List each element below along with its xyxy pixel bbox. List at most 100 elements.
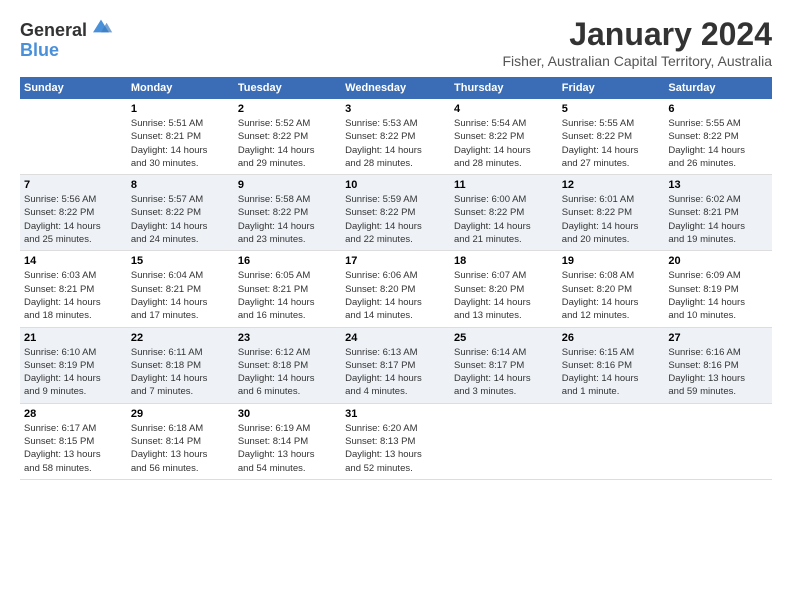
location-title: Fisher, Australian Capital Territory, Au… [503,53,773,69]
day-number: 6 [668,103,768,115]
list-item: 28Sunrise: 6:17 AMSunset: 8:15 PMDayligh… [20,403,127,479]
day-number: 10 [345,179,446,191]
day-info: Sunrise: 5:53 AMSunset: 8:22 PMDaylight:… [345,117,446,170]
day-info: Sunrise: 6:12 AMSunset: 8:18 PMDaylight:… [238,346,337,399]
day-number: 2 [238,103,337,115]
day-number: 18 [454,255,554,267]
day-number: 8 [131,179,230,191]
col-friday: Friday [558,77,665,99]
logo-icon [89,16,113,36]
col-tuesday: Tuesday [234,77,341,99]
day-number: 11 [454,179,554,191]
day-number: 17 [345,255,446,267]
day-info: Sunrise: 6:06 AMSunset: 8:20 PMDaylight:… [345,269,446,322]
list-item: 19Sunrise: 6:08 AMSunset: 8:20 PMDayligh… [558,251,665,327]
list-item: 13Sunrise: 6:02 AMSunset: 8:21 PMDayligh… [664,175,772,251]
day-number: 28 [24,408,123,420]
table-row: 28Sunrise: 6:17 AMSunset: 8:15 PMDayligh… [20,403,772,479]
list-item: 2 Sunrise: 5:52 AMSunset: 8:22 PMDaylight… [234,99,341,175]
list-item: 15Sunrise: 6:04 AMSunset: 8:21 PMDayligh… [127,251,234,327]
day-number: 5 [562,103,661,115]
day-info: Sunrise: 6:02 AMSunset: 8:21 PMDaylight:… [668,193,768,246]
table-row: 7Sunrise: 5:56 AMSunset: 8:22 PMDaylight… [20,175,772,251]
header-row: Sunday Monday Tuesday Wednesday Thursday… [20,77,772,99]
col-thursday: Thursday [450,77,558,99]
list-item: 26 Sunrise: 6:15 AMSunset: 8:16 PMDayligh… [558,327,665,403]
col-saturday: Saturday [664,77,772,99]
day-info: Sunrise: 5:51 AMSunset: 8:21 PMDaylight:… [131,117,230,170]
list-item: 5 Sunrise: 5:55 AMSunset: 8:22 PMDaylight… [558,99,665,175]
day-number: 1 [131,103,230,115]
list-item: 11 Sunrise: 6:00 AMSunset: 8:22 PMDayligh… [450,175,558,251]
day-info: Sunrise: 6:18 AMSunset: 8:14 PMDaylight:… [131,422,230,475]
list-item: 31 Sunrise: 6:20 AMSunset: 8:13 PMDayligh… [341,403,450,479]
list-item: 18 Sunrise: 6:07 AMSunset: 8:20 PMDayligh… [450,251,558,327]
title-block: January 2024 Fisher, Australian Capital … [503,16,773,69]
day-info: Sunrise: 5:55 AMSunset: 8:22 PMDaylight:… [562,117,661,170]
day-number: 21 [24,332,123,344]
day-info: Sunrise: 6:00 AMSunset: 8:22 PMDaylight:… [454,193,554,246]
list-item: 27 Sunrise: 6:16 AMSunset: 8:16 PMDayligh… [664,327,772,403]
header: General Blue January 2024 Fisher, Austra… [20,16,772,69]
day-info: Sunrise: 6:01 AMSunset: 8:22 PMDaylight:… [562,193,661,246]
list-item: 22 Sunrise: 6:11 AMSunset: 8:18 PMDayligh… [127,327,234,403]
day-number: 29 [131,408,230,420]
day-info: Sunrise: 5:57 AMSunset: 8:22 PMDaylight:… [131,193,230,246]
day-info: Sunrise: 6:14 AMSunset: 8:17 PMDaylight:… [454,346,554,399]
day-info: Sunrise: 5:52 AMSunset: 8:22 PMDaylight:… [238,117,337,170]
day-number: 25 [454,332,554,344]
day-info: Sunrise: 6:15 AMSunset: 8:16 PMDaylight:… [562,346,661,399]
table-row: 1 Sunrise: 5:51 AMSunset: 8:21 PMDaylight… [20,99,772,175]
list-item: 21Sunrise: 6:10 AMSunset: 8:19 PMDayligh… [20,327,127,403]
day-number: 12 [562,179,661,191]
list-item: 17 Sunrise: 6:06 AMSunset: 8:20 PMDayligh… [341,251,450,327]
day-info: Sunrise: 5:54 AMSunset: 8:22 PMDaylight:… [454,117,554,170]
day-info: Sunrise: 6:05 AMSunset: 8:21 PMDaylight:… [238,269,337,322]
day-info: Sunrise: 6:03 AMSunset: 8:21 PMDaylight:… [24,269,123,322]
col-sunday: Sunday [20,77,127,99]
list-item: 20Sunrise: 6:09 AMSunset: 8:19 PMDayligh… [664,251,772,327]
day-number: 14 [24,255,123,267]
day-number: 31 [345,408,446,420]
day-number: 27 [668,332,768,344]
day-info: Sunrise: 6:11 AMSunset: 8:18 PMDaylight:… [131,346,230,399]
day-number: 7 [24,179,123,191]
day-info: Sunrise: 6:16 AMSunset: 8:16 PMDaylight:… [668,346,768,399]
logo: General Blue [20,16,113,61]
list-item: 4Sunrise: 5:54 AMSunset: 8:22 PMDaylight… [450,99,558,175]
list-item: 25 Sunrise: 6:14 AMSunset: 8:17 PMDayligh… [450,327,558,403]
day-info: Sunrise: 5:59 AMSunset: 8:22 PMDaylight:… [345,193,446,246]
day-number: 30 [238,408,337,420]
list-item [450,403,558,479]
list-item: 30Sunrise: 6:19 AMSunset: 8:14 PMDayligh… [234,403,341,479]
list-item: 1 Sunrise: 5:51 AMSunset: 8:21 PMDaylight… [127,99,234,175]
list-item [20,99,127,175]
day-number: 22 [131,332,230,344]
list-item: 16Sunrise: 6:05 AMSunset: 8:21 PMDayligh… [234,251,341,327]
list-item: 3Sunrise: 5:53 AMSunset: 8:22 PMDaylight… [341,99,450,175]
list-item: 7Sunrise: 5:56 AMSunset: 8:22 PMDaylight… [20,175,127,251]
calendar-table: Sunday Monday Tuesday Wednesday Thursday… [20,77,772,480]
day-info: Sunrise: 6:09 AMSunset: 8:19 PMDaylight:… [668,269,768,322]
day-info: Sunrise: 6:08 AMSunset: 8:20 PMDaylight:… [562,269,661,322]
day-info: Sunrise: 5:58 AMSunset: 8:22 PMDaylight:… [238,193,337,246]
day-info: Sunrise: 6:20 AMSunset: 8:13 PMDaylight:… [345,422,446,475]
day-number: 9 [238,179,337,191]
month-title: January 2024 [503,16,773,53]
list-item: 8 Sunrise: 5:57 AMSunset: 8:22 PMDaylight… [127,175,234,251]
list-item: 29 Sunrise: 6:18 AMSunset: 8:14 PMDayligh… [127,403,234,479]
logo-general: General [20,20,87,40]
table-row: 14 Sunrise: 6:03 AMSunset: 8:21 PMDayligh… [20,251,772,327]
list-item: 9 Sunrise: 5:58 AMSunset: 8:22 PMDaylight… [234,175,341,251]
table-row: 21Sunrise: 6:10 AMSunset: 8:19 PMDayligh… [20,327,772,403]
list-item: 14 Sunrise: 6:03 AMSunset: 8:21 PMDayligh… [20,251,127,327]
day-info: Sunrise: 6:13 AMSunset: 8:17 PMDaylight:… [345,346,446,399]
list-item [558,403,665,479]
list-item: 6Sunrise: 5:55 AMSunset: 8:22 PMDaylight… [664,99,772,175]
list-item: 12 Sunrise: 6:01 AMSunset: 8:22 PMDayligh… [558,175,665,251]
list-item [664,403,772,479]
list-item: 23Sunrise: 6:12 AMSunset: 8:18 PMDayligh… [234,327,341,403]
day-number: 26 [562,332,661,344]
day-info: Sunrise: 6:07 AMSunset: 8:20 PMDaylight:… [454,269,554,322]
day-number: 24 [345,332,446,344]
